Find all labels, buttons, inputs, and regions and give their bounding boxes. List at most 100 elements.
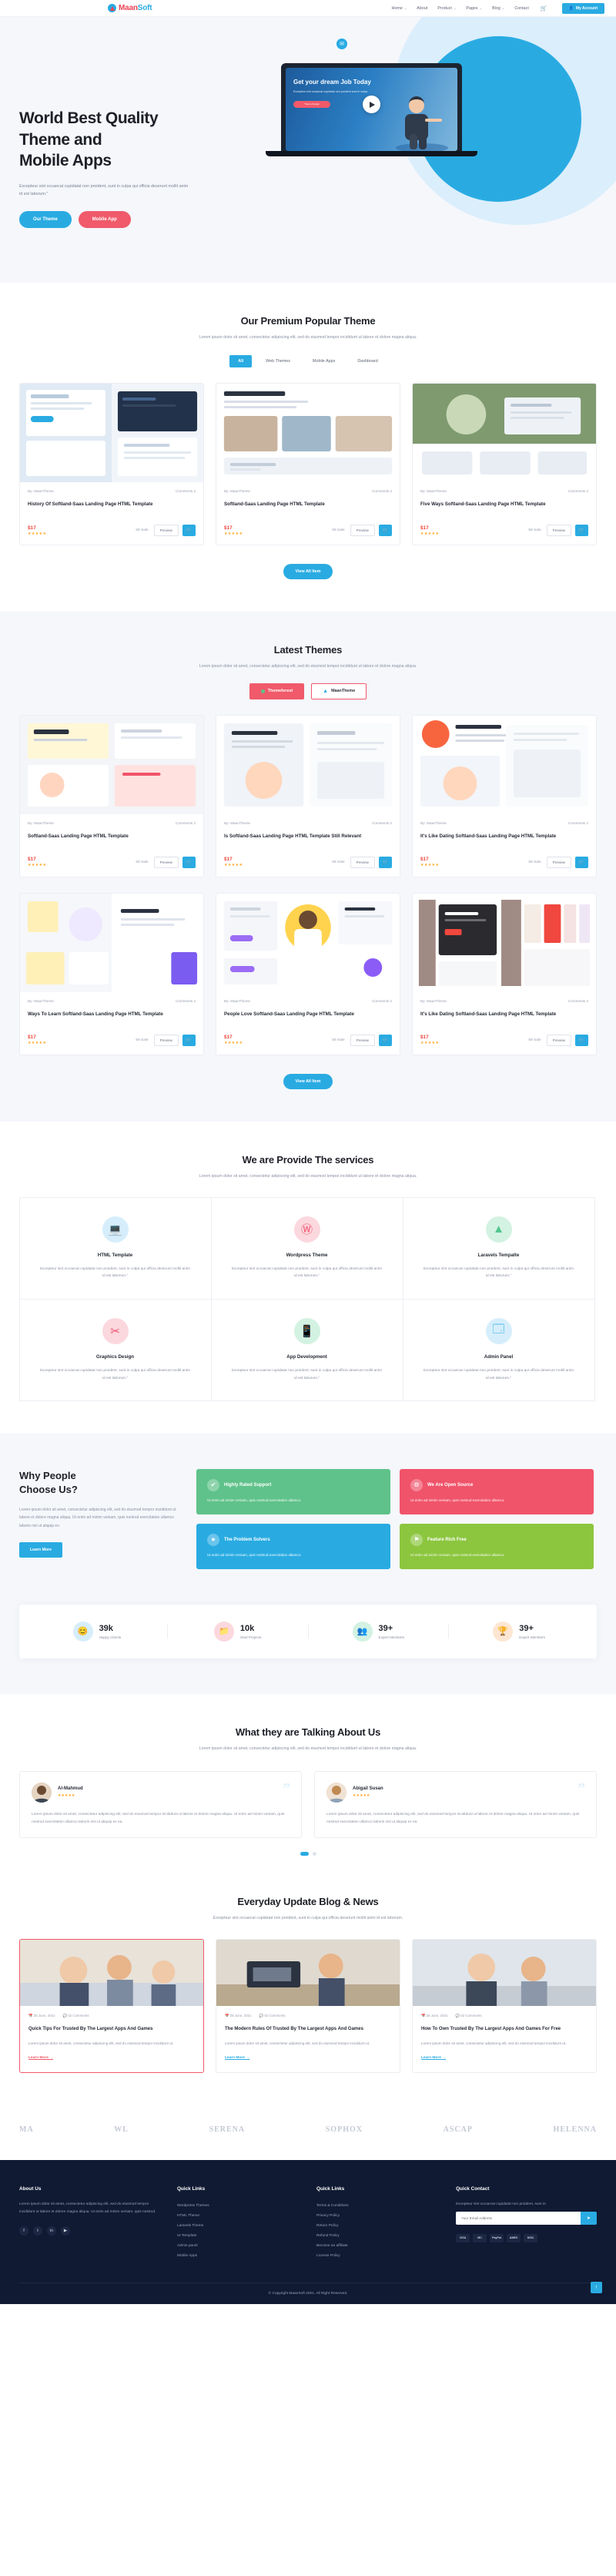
feature-card-problem-solvers[interactable]: ★ The Problem Solvers Ut enim ad minim v… xyxy=(196,1523,390,1569)
preview-button[interactable]: Preview xyxy=(153,1034,179,1046)
blog-learn-more-link[interactable]: Learn More → xyxy=(28,2056,53,2060)
tab-dashboard[interactable]: Dashboard xyxy=(349,355,386,367)
my-account-button[interactable]: 👤 My Account xyxy=(561,2,604,14)
nav-item-contact[interactable]: Contact xyxy=(514,6,529,11)
blog-card[interactable]: 📅 28 June, 2021 💬 02 Comments The Modern… xyxy=(216,1938,400,2073)
service-card-admin-panel[interactable]: 🗔 Admin Panel Excepteur sint occaecat cu… xyxy=(402,1298,595,1402)
service-card-graphics-design[interactable]: ✂ Graphics Design Excepteur sint occaeca… xyxy=(18,1298,212,1402)
service-card-wordpress-theme[interactable]: Ⓦ Wordpress Theme Excepteur sint occaeca… xyxy=(210,1196,403,1300)
footer-link[interactable]: Wordpress Themes xyxy=(177,2201,300,2211)
add-to-cart-button[interactable]: 🛒 xyxy=(379,525,392,537)
theme-card[interactable]: By- MaanTheme Comments 2 Softland-Saas L… xyxy=(19,714,204,877)
nav-item-product[interactable]: Product ⌄ xyxy=(437,6,456,11)
card-sales-count: 59 Sale xyxy=(332,1038,345,1042)
tab-mobile-apps[interactable]: Mobile Apps xyxy=(304,355,343,367)
newsletter-email-input[interactable] xyxy=(456,2211,581,2225)
footer-link[interactable]: Return Policy xyxy=(316,2221,439,2231)
feature-card-open-source[interactable]: ⚙ We Are Open Source Ut enim ad minim ve… xyxy=(400,1468,594,1514)
add-to-cart-button[interactable]: 🛒 xyxy=(182,525,196,537)
blog-post-title[interactable]: Quick Tips For Trusted By The Largest Ap… xyxy=(28,2025,195,2034)
card-title[interactable]: People Love Softland-Saas Landing Page H… xyxy=(224,1011,392,1028)
carousel-dot[interactable] xyxy=(312,1851,316,1856)
nav-item-about[interactable]: About xyxy=(417,6,427,11)
service-title: Laravels Tempalte xyxy=(477,1252,520,1258)
footer-link[interactable]: HTML Theme xyxy=(177,2211,300,2221)
preview-button[interactable]: Preview xyxy=(350,856,375,868)
nav-item-pages[interactable]: Pages ⌄ xyxy=(466,6,482,11)
add-to-cart-button[interactable]: 🛒 xyxy=(379,856,392,868)
blog-card[interactable]: 📅 28 June, 2021 💬 02 Comments How To Own… xyxy=(412,1938,597,2073)
theme-card[interactable]: By- MaanTheme Comments 2 Ways To Learn S… xyxy=(19,892,204,1055)
add-to-cart-button[interactable]: 🛒 xyxy=(575,525,588,537)
footer-link[interactable]: Admin panel xyxy=(177,2241,300,2251)
service-card-app-development[interactable]: 📱 App Development Excepteur sint occaeca… xyxy=(210,1298,403,1402)
theme-card[interactable]: By- MaanTheme Comments 2 It's Like Datin… xyxy=(412,714,597,877)
theme-card[interactable]: By- MaanTheme Comments 2 Is Softland-Saa… xyxy=(216,714,400,877)
footer-link[interactable]: License Policy xyxy=(316,2251,439,2261)
card-title[interactable]: Is Softland-Saas Landing Page HTML Templ… xyxy=(224,833,392,850)
service-card-html-template[interactable]: 💻 HTML Template Excepteur sint occaecat … xyxy=(18,1196,212,1300)
card-title[interactable]: It's Like Dating Softland-Saas Landing P… xyxy=(420,833,588,850)
preview-button[interactable]: Preview xyxy=(546,1034,571,1046)
footer-link[interactable]: Terms & Conditions xyxy=(316,2201,439,2211)
preview-button[interactable]: Preview xyxy=(350,525,375,537)
blog-card[interactable]: 📅 28 June, 2021 💬 02 Comments Quick Tips… xyxy=(19,1938,204,2073)
nav-item-home[interactable]: Home ⌄ xyxy=(392,6,407,11)
theme-card[interactable]: By- MaanTheme Comments 2 People Love Sof… xyxy=(216,892,400,1055)
tab-web-themes[interactable]: Web Themes xyxy=(257,355,299,367)
linkedin-icon[interactable]: in xyxy=(47,2225,56,2236)
card-title[interactable]: History Of Softland-Saas Landing Page HT… xyxy=(28,501,196,518)
site-logo[interactable]: MaanSoft xyxy=(108,4,152,12)
latest-view-all-button[interactable]: View All Item xyxy=(283,1073,333,1089)
cart-icon[interactable]: 🛒 xyxy=(541,5,547,12)
footer-link[interactable]: Laravels Theme xyxy=(177,2221,300,2231)
facebook-icon[interactable]: f xyxy=(19,2225,28,2236)
our-theme-button[interactable]: Our Theme xyxy=(19,210,72,228)
add-to-cart-button[interactable]: 🛒 xyxy=(182,856,196,868)
preview-button[interactable]: Preview xyxy=(350,1034,375,1046)
footer-link[interactable]: Become an affiliate xyxy=(316,2241,439,2251)
tab-all[interactable]: All xyxy=(229,355,253,368)
play-button[interactable] xyxy=(363,96,380,113)
theme-card[interactable]: By- MaanTheme Comments 2 History Of Soft… xyxy=(19,383,204,546)
mobile-app-button[interactable]: Mobile App xyxy=(78,210,131,228)
blog-post-title[interactable]: How To Own Trusted By The Largest Apps A… xyxy=(421,2025,588,2034)
twitter-icon[interactable]: t xyxy=(33,2225,42,2236)
footer-link[interactable]: UI Template xyxy=(177,2231,300,2241)
add-to-cart-button[interactable]: 🛒 xyxy=(182,1034,196,1046)
theme-card[interactable]: By- MaanTheme Comments 2 Softland-Saas L… xyxy=(216,383,400,546)
card-title[interactable]: Softland-Saas Landing Page HTML Template xyxy=(224,501,392,518)
footer-link[interactable]: Privacy Policy xyxy=(316,2211,439,2221)
preview-button[interactable]: Preview xyxy=(153,856,179,868)
tab-maantheme[interactable]: ▲ MaanTheme xyxy=(311,683,367,699)
nav-item-blog[interactable]: Blog ⌄ xyxy=(492,6,504,11)
footer-link[interactable]: Refund Policy xyxy=(316,2231,439,2241)
why-learn-more-button[interactable]: Learn More xyxy=(19,1542,62,1558)
card-title[interactable]: Ways To Learn Softland-Saas Landing Page… xyxy=(28,1011,196,1028)
blog-learn-more-link[interactable]: Learn More → xyxy=(225,2056,249,2060)
add-to-cart-button[interactable]: 🛒 xyxy=(575,856,588,868)
youtube-icon[interactable]: ▶ xyxy=(61,2225,70,2236)
card-title[interactable]: Five Ways Softland-Saas Landing Page HTM… xyxy=(420,501,588,518)
preview-button[interactable]: Preview xyxy=(153,525,179,537)
feature-card-feature-rich[interactable]: ⚑ Feature Rich Free Ut enim ad minim ven… xyxy=(400,1523,594,1569)
footer-link[interactable]: Mobile Apps xyxy=(177,2251,300,2261)
preview-button[interactable]: Preview xyxy=(546,856,571,868)
theme-card[interactable]: By- MaanTheme Comments 2 It's Like Datin… xyxy=(412,892,597,1055)
premium-view-all-button[interactable]: View All Item xyxy=(283,564,333,580)
testimonial-card: ” Al-Mahmud ★★★★★ Lorem ipsum dolor sit … xyxy=(19,1770,302,1838)
feature-card-support[interactable]: ✔ Highly Rated Support Ut enim ad minim … xyxy=(196,1468,390,1514)
add-to-cart-button[interactable]: 🛒 xyxy=(575,1034,588,1046)
newsletter-submit-button[interactable]: ➤ xyxy=(580,2211,597,2225)
preview-button[interactable]: Preview xyxy=(546,525,571,537)
card-title[interactable]: Softland-Saas Landing Page HTML Template xyxy=(28,833,196,850)
blog-post-title[interactable]: The Modern Rules Of Trusted By The Large… xyxy=(225,2025,391,2034)
theme-card[interactable]: By- MaanTheme Comments 2 Five Ways Softl… xyxy=(412,383,597,546)
add-to-cart-button[interactable]: 🛒 xyxy=(379,1034,392,1046)
back-to-top-button[interactable]: ↑ xyxy=(591,2281,602,2293)
carousel-dot-active[interactable] xyxy=(300,1851,309,1856)
blog-learn-more-link[interactable]: Learn More → xyxy=(421,2056,446,2060)
card-title[interactable]: It's Like Dating Softland-Saas Landing P… xyxy=(420,1011,588,1028)
service-card-laravels-template[interactable]: ▲ Laravels Tempalte Excepteur sint occae… xyxy=(402,1196,595,1300)
tab-themeforest[interactable]: Themeforest xyxy=(249,683,305,699)
